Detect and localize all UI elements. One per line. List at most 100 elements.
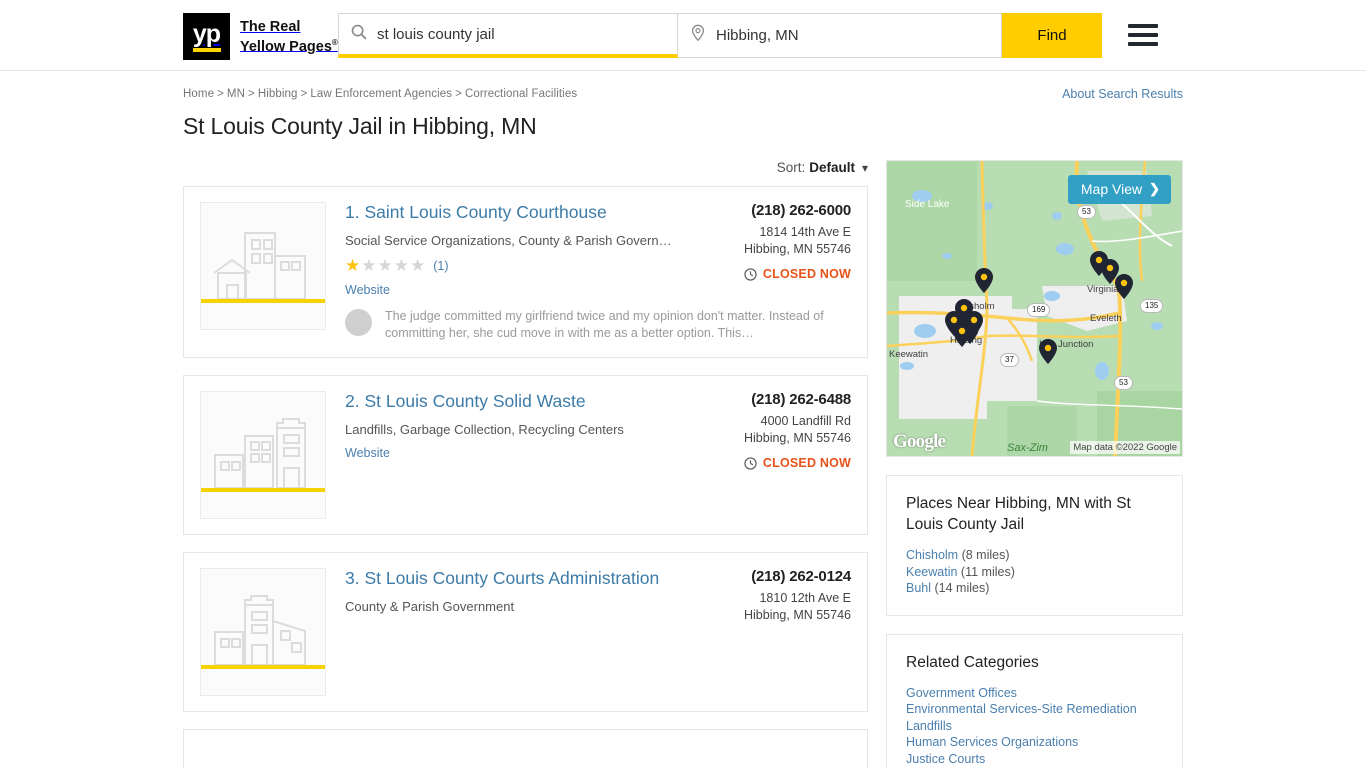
burger-line-1 bbox=[1128, 24, 1158, 28]
map-view-label: Map View bbox=[1080, 181, 1143, 197]
chevron-down-icon: ▾ bbox=[861, 161, 868, 175]
places-near-card: Places Near Hibbing, MN with St Louis Co… bbox=[886, 475, 1183, 616]
places-near-title: Places Near Hibbing, MN with St Louis Co… bbox=[906, 495, 1131, 533]
yp-logo[interactable]: yp The Real Yellow Pages® bbox=[183, 13, 338, 60]
map-label-virginia: Virginia bbox=[1087, 284, 1119, 295]
map-label-side-lake: Side Lake bbox=[905, 199, 950, 210]
sidebar-column: Map View ❯ Side Lake Chisholm Keewatin V… bbox=[886, 160, 1183, 768]
related-categories-card: Related Categories Government Offices En… bbox=[886, 633, 1183, 768]
about-search-results-link[interactable]: About Search Results bbox=[1062, 87, 1183, 101]
hamburger-menu-icon[interactable] bbox=[1128, 24, 1158, 46]
two-column-layout: Sort: Default ▾ 1. Saint Louis County Co… bbox=[183, 160, 1183, 768]
map-region-label: Sax-Zim bbox=[1007, 442, 1048, 454]
address-line-2: Hibbing, MN 55746 bbox=[743, 608, 851, 622]
listing-rank: 2. bbox=[345, 391, 360, 411]
map-label-keewatin: Keewatin bbox=[889, 349, 929, 360]
yp-logo-line1: The Real bbox=[240, 18, 301, 35]
places-near-list: Chisholm (8 miles) Keewatin (11 miles) B… bbox=[906, 547, 1163, 597]
breadcrumb-item-home[interactable]: Home bbox=[183, 88, 214, 100]
listing-info: 3. St Louis County Courts Administration… bbox=[326, 568, 851, 696]
find-button[interactable]: Find bbox=[1002, 13, 1102, 58]
breadcrumb-item-law-enforcement-agencies[interactable]: Law Enforcement Agencies bbox=[310, 88, 452, 100]
place-link-chisholm[interactable]: Chisholm bbox=[906, 548, 958, 562]
burger-line-3 bbox=[1128, 42, 1158, 46]
breadcrumb: Home > MN > Hibbing > Law Enforcement Agencies… bbox=[183, 88, 1183, 100]
listing-rank: 3. bbox=[345, 568, 360, 588]
address-line-1: 4000 Landfill Rd bbox=[760, 414, 851, 428]
avatar bbox=[345, 309, 372, 336]
location-input[interactable] bbox=[716, 27, 1001, 44]
website-link[interactable]: Website bbox=[345, 283, 851, 297]
sort-value: Default bbox=[809, 160, 855, 175]
sort-label: Sort: bbox=[776, 160, 806, 175]
star-2: ★ bbox=[361, 256, 377, 275]
listing-card[interactable]: 3. St Louis County Courts Administration… bbox=[183, 552, 868, 712]
google-logo: Google bbox=[893, 431, 946, 452]
place-distance: (11 miles) bbox=[960, 564, 1015, 579]
listing-title-link[interactable]: 2. St Louis County Solid Waste bbox=[345, 391, 586, 412]
status-text: CLOSED NOW bbox=[762, 456, 851, 470]
category-link-human-services[interactable]: Human Services Organizations bbox=[906, 735, 1078, 749]
map-pin-marker[interactable] bbox=[965, 311, 983, 336]
clock-icon bbox=[744, 267, 757, 281]
listing-card[interactable]: 1. Saint Louis County Courthouse Social … bbox=[183, 186, 868, 358]
map-preview[interactable]: Map View ❯ Side Lake Chisholm Keewatin V… bbox=[886, 160, 1183, 457]
category-link-environmental-services[interactable]: Environmental Services-Site Remediation bbox=[906, 702, 1137, 716]
review-snippet: The judge committed my girlfriend twice … bbox=[345, 308, 851, 342]
listing-info: 2. St Louis County Solid Waste Landfills… bbox=[326, 391, 851, 519]
page-body: Home > MN > Hibbing > Law Enforcement Agencies… bbox=[0, 71, 1366, 768]
place-distance: (14 miles) bbox=[934, 581, 990, 595]
map-pin-marker[interactable] bbox=[1039, 339, 1057, 364]
address-line-2: Hibbing, MN 55746 bbox=[743, 242, 851, 256]
map-view-button[interactable]: Map View ❯ bbox=[1067, 175, 1171, 204]
place-link-keewatin[interactable]: Keewatin bbox=[906, 565, 957, 579]
location-field-wrapper[interactable] bbox=[678, 13, 1002, 58]
map-pin-marker[interactable] bbox=[1115, 274, 1133, 299]
yp-logo-line2: Yellow Pages bbox=[240, 38, 332, 55]
search-input[interactable] bbox=[377, 25, 677, 43]
list-item: Keewatin (11 miles) bbox=[906, 564, 1163, 581]
breadcrumb-separator: > bbox=[217, 88, 224, 100]
address-line-1: 1810 12th Ave E bbox=[759, 591, 851, 605]
burger-line-2 bbox=[1128, 33, 1158, 37]
phone-number[interactable]: (218) 262-0124 bbox=[641, 568, 851, 585]
breadcrumb-item-hibbing[interactable]: Hibbing bbox=[258, 88, 298, 100]
search-icon bbox=[351, 24, 367, 45]
yp-logo-registered: ® bbox=[331, 37, 338, 47]
yp-logo-mark: yp bbox=[183, 13, 230, 60]
search-field-wrapper[interactable] bbox=[338, 13, 678, 58]
address: 1814 14th Ave E Hibbing, MN 55746 bbox=[641, 224, 851, 258]
related-categories-title: Related Categories bbox=[906, 653, 1039, 671]
related-categories-list: Government Offices Environmental Service… bbox=[906, 685, 1163, 768]
map-pin-marker[interactable] bbox=[975, 268, 993, 293]
building-placeholder-icon bbox=[200, 202, 326, 330]
yp-logo-letters: yp bbox=[192, 19, 221, 48]
listing-title-link[interactable]: 3. St Louis County Courts Administration bbox=[345, 568, 659, 589]
list-item: Human Services Organizations bbox=[906, 734, 1163, 751]
address-line-1: 1814 14th Ave E bbox=[759, 225, 851, 239]
breadcrumb-item-correctional-facilities[interactable]: Correctional Facilities bbox=[465, 88, 577, 100]
listing-card[interactable]: 2. St Louis County Solid Waste Landfills… bbox=[183, 375, 868, 535]
review-text: The judge committed my girlfriend twice … bbox=[385, 309, 824, 340]
address-line-2: Hibbing, MN 55746 bbox=[743, 431, 851, 445]
highway-shield-169: 169 bbox=[1027, 303, 1051, 317]
clock-icon bbox=[744, 456, 757, 470]
content-container: Home > MN > Hibbing > Law Enforcement Agencies… bbox=[183, 71, 1183, 768]
listing-card-partial[interactable] bbox=[183, 729, 868, 768]
category-link-government-offices[interactable]: Government Offices bbox=[906, 686, 1017, 700]
sort-control[interactable]: Sort: Default ▾ bbox=[183, 160, 868, 175]
highway-shield-53b: 53 bbox=[1114, 376, 1133, 390]
place-link-buhl[interactable]: Buhl bbox=[906, 581, 931, 595]
list-item: Buhl (14 miles) bbox=[906, 580, 1163, 597]
listing-title-link[interactable]: 1. Saint Louis County Courthouse bbox=[345, 202, 607, 223]
phone-number[interactable]: (218) 262-6488 bbox=[641, 391, 851, 408]
map-pin-icon bbox=[690, 24, 706, 47]
highway-shield-37: 37 bbox=[1000, 353, 1019, 367]
phone-number[interactable]: (218) 262-6000 bbox=[641, 202, 851, 219]
list-item: Landfills bbox=[906, 718, 1163, 735]
breadcrumb-item-mn[interactable]: MN bbox=[227, 88, 245, 100]
category-link-justice-courts[interactable]: Justice Courts bbox=[906, 752, 985, 766]
breadcrumb-separator: > bbox=[455, 88, 462, 100]
category-link-landfills[interactable]: Landfills bbox=[906, 719, 952, 733]
review-count[interactable]: (1) bbox=[433, 259, 448, 273]
